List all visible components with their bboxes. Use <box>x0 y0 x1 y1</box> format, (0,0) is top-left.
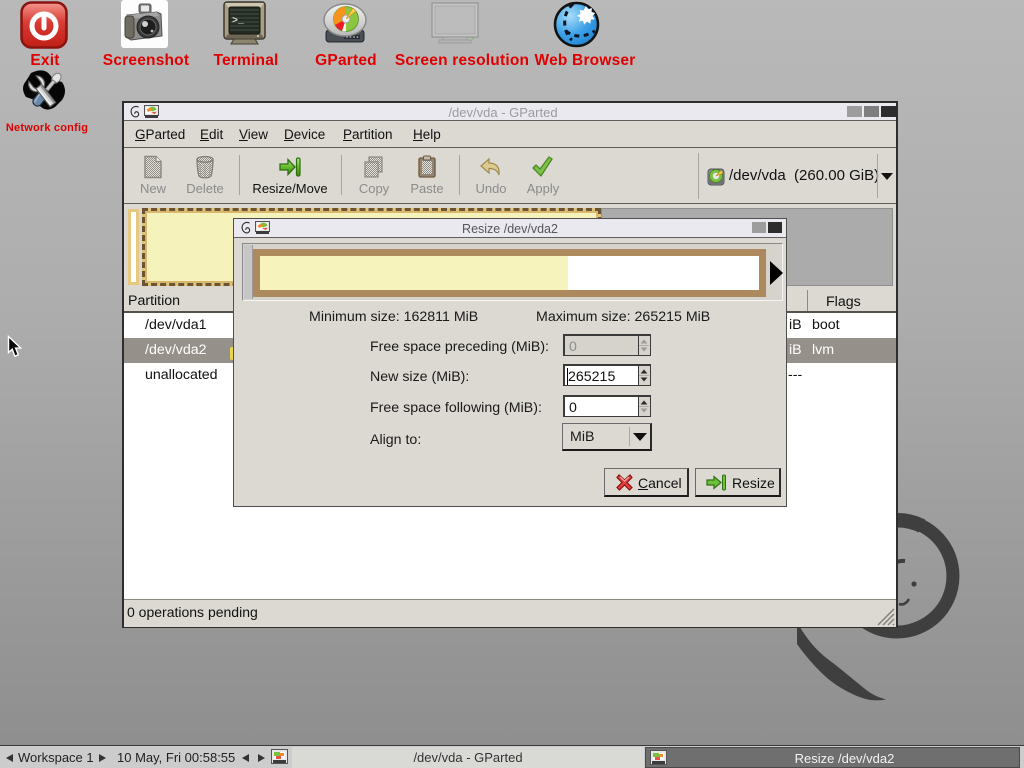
svg-text:>_: >_ <box>232 16 245 27</box>
